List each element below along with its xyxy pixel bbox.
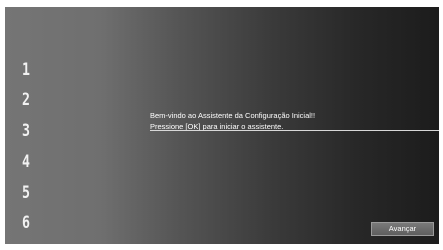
message-divider bbox=[150, 130, 439, 131]
next-button[interactable]: Avançar bbox=[371, 222, 434, 236]
wizard-step-2: 2 bbox=[22, 90, 30, 110]
wizard-step-1: 1 bbox=[22, 60, 30, 80]
wizard-step-list: 1 2 3 4 5 6 bbox=[5, 7, 45, 244]
wizard-step-3: 3 bbox=[22, 121, 30, 141]
wizard-step-5: 5 bbox=[22, 183, 30, 203]
wizard-step-6: 6 bbox=[22, 213, 30, 233]
wizard-step-4: 4 bbox=[22, 152, 30, 172]
setup-wizard-screen: 1 2 3 4 5 6 Bem-vindo ao Assistente da C… bbox=[5, 7, 439, 244]
welcome-message: Bem-vindo ao Assistente da Configuração … bbox=[150, 110, 439, 132]
welcome-title: Bem-vindo ao Assistente da Configuração … bbox=[150, 111, 316, 120]
